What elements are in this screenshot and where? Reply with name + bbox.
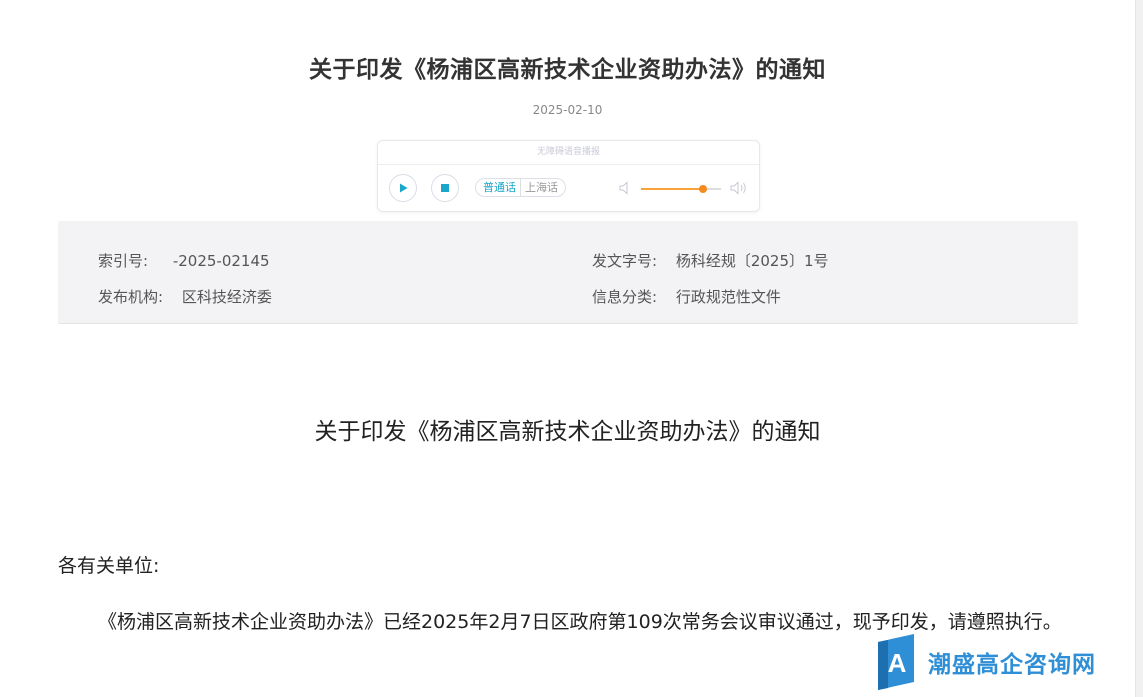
publish-date: 2025-02-10 bbox=[532, 103, 603, 117]
meta-index-label: 索引号: bbox=[98, 252, 149, 270]
play-button[interactable] bbox=[389, 174, 417, 202]
watermark-text: 潮盛高企咨询网 bbox=[928, 651, 1096, 678]
stop-button[interactable] bbox=[431, 174, 459, 202]
volume-slider-handle[interactable] bbox=[699, 185, 708, 193]
meta-doc-no-value: 杨科经规〔2025〕1号 bbox=[675, 252, 829, 270]
meta-index-value: -2025-02145 bbox=[172, 252, 270, 270]
page-title: 关于印发《杨浦区高新技术企业资助办法》的通知 bbox=[309, 57, 826, 83]
player-header: 无障碍语音播报 bbox=[378, 141, 759, 165]
dialect-switch: 普通话 上海话 bbox=[475, 178, 566, 197]
watermark: A 潮盛高企咨询网 bbox=[876, 634, 1096, 690]
meta-category-label: 信息分类: bbox=[592, 288, 658, 306]
meta-category: 信息分类: 行政规范性文件 bbox=[592, 286, 781, 307]
volume-high-icon[interactable] bbox=[730, 180, 748, 196]
play-icon bbox=[400, 183, 408, 193]
voice-player: 无障碍语音播报 普通话 上海话 bbox=[377, 140, 760, 212]
volume-slider[interactable] bbox=[641, 185, 721, 193]
scrollbar[interactable] bbox=[1135, 0, 1143, 697]
dialect-shanghainese[interactable]: 上海话 bbox=[520, 179, 562, 196]
brand-logo-letter: A bbox=[888, 648, 907, 678]
meta-org-label: 发布机构: bbox=[98, 288, 164, 306]
meta-doc-no-label: 发文字号: bbox=[592, 252, 658, 270]
meta-org: 发布机构: 区科技经济委 bbox=[98, 286, 272, 307]
meta-doc-no: 发文字号: 杨科经规〔2025〕1号 bbox=[592, 250, 829, 271]
meta-category-value: 行政规范性文件 bbox=[675, 288, 781, 306]
salutation: 各有关单位: bbox=[58, 555, 160, 577]
metadata-panel: 索引号: -2025-02145 发布机构: 区科技经济委 发文字号: 杨科经规… bbox=[58, 221, 1078, 324]
document-title: 关于印发《杨浦区高新技术企业资助办法》的通知 bbox=[314, 419, 821, 445]
meta-org-value: 区科技经济委 bbox=[181, 288, 272, 306]
volume-slider-fill bbox=[641, 188, 704, 190]
volume-low-icon[interactable] bbox=[619, 181, 631, 195]
stop-icon bbox=[441, 184, 449, 192]
meta-index: 索引号: -2025-02145 bbox=[98, 250, 270, 271]
dialect-mandarin[interactable]: 普通话 bbox=[479, 179, 520, 196]
brand-logo-icon: A bbox=[878, 634, 914, 690]
